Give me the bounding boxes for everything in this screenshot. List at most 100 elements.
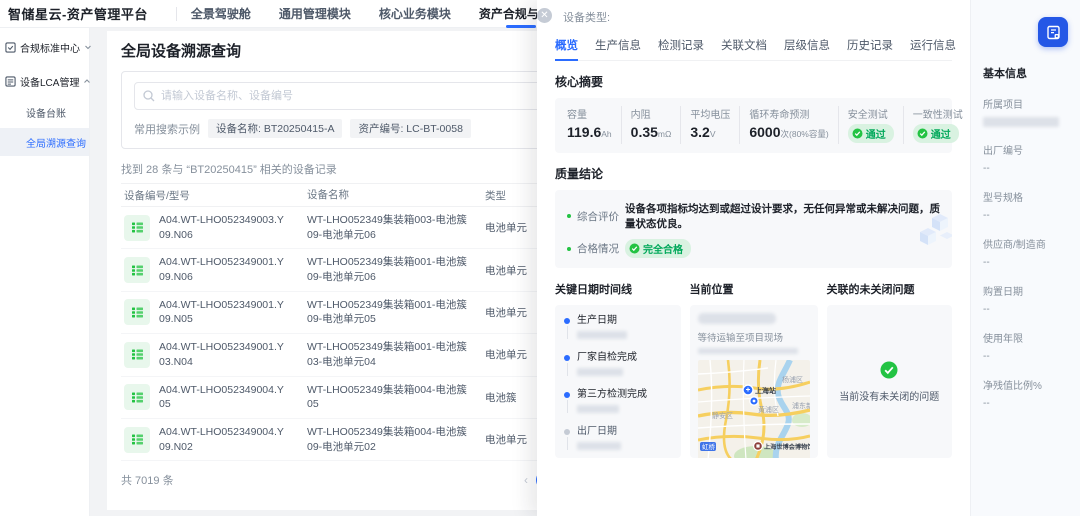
tab-hierarchy-info[interactable]: 层级信息 (784, 37, 830, 60)
app-title: 智储星云-资产管理平台 (0, 4, 148, 23)
tab-overview[interactable]: 概览 (555, 37, 578, 60)
search-examples-label: 常用搜索示例 (134, 121, 200, 137)
device-type-label: 设备类型: (555, 9, 952, 25)
info-field-factory-no: 出厂编号 -- (983, 142, 1068, 174)
timeline-dot (564, 318, 570, 324)
device-name: WT-LHO052349集装箱001-电池簇03-电池单元04 (307, 340, 485, 369)
tab-test-records[interactable]: 检测记录 (658, 37, 704, 60)
check-circle-icon (852, 128, 863, 139)
metric-resistance: 内阻 0.35mΩ (621, 106, 681, 144)
tab-production-info[interactable]: 生产信息 (595, 37, 641, 60)
nav-item-core-business[interactable]: 核心业务模块 (379, 0, 451, 27)
sidebar-group-compliance-center[interactable]: 合规标准中心 (0, 32, 89, 62)
tab-operation-info[interactable]: 运行信息 (910, 37, 956, 60)
device-name: WT-LHO052349集装箱001-电池簇09-电池单元06 (307, 255, 485, 284)
fully-qualified-badge: 完全合格 (625, 239, 691, 258)
location-title: 当前位置 (690, 281, 818, 297)
top-nav: 全景驾驶舱 通用管理模块 核心业务模块 资产合规与溯源 (191, 0, 563, 27)
compliance-icon (5, 42, 16, 53)
bullet-dot (567, 214, 571, 218)
quality-eval-line: 综合评价 设备各项指标均达到或超过设计要求，无任何异常或未解决问题，质量状态优良… (567, 201, 940, 231)
info-field-model-spec: 型号规格 -- (983, 189, 1068, 221)
metric-consistency-test: 一致性测试 通过 (903, 106, 972, 144)
close-icon[interactable]: ✕ (537, 8, 552, 23)
nav-item-dashboard[interactable]: 全景驾驶舱 (191, 0, 251, 27)
metric-capacity: 容量 119.6Ah (565, 106, 621, 144)
device-code: A04.WT-LHO052349001.Y09.N06 (159, 255, 284, 284)
location-status: 等待运输至项目现场 (698, 330, 810, 344)
info-field-service-life: 使用年限 -- (983, 330, 1068, 362)
location-column: 当前位置 等待运输至项目现场 (690, 281, 818, 458)
cube-decoration-icon (918, 210, 952, 248)
device-code: A04.WT-LHO052349004.Y09.N02 (159, 425, 284, 454)
quality-conclusion-title: 质量结论 (555, 165, 952, 182)
document-form-icon (1046, 25, 1061, 40)
redacted-date (577, 405, 619, 413)
search-example-tag[interactable]: 设备名称: BT20250415-A (208, 119, 342, 138)
tab-history[interactable]: 历史记录 (847, 37, 893, 60)
battery-list-icon (124, 384, 150, 410)
issues-column: 关联的未关闭问题 当前没有未关闭的问题 (827, 281, 953, 458)
sidebar-item-device-ledger[interactable]: 设备台账 (0, 98, 89, 126)
core-summary-card: 容量 119.6Ah 内阻 0.35mΩ 平均电压 3.2V 循环寿命预测 60… (555, 98, 952, 153)
battery-list-icon (124, 342, 150, 368)
device-name: WT-LHO052349集装箱004-电池簇09-电池单元02 (307, 425, 485, 454)
chevron-up-icon (83, 77, 91, 85)
timeline-card: 生产日期 厂家自检完成 第三方检测完成 出厂日期 安装日期 (555, 305, 681, 458)
timeline-dot (564, 429, 570, 435)
timeline-title: 关键日期时间线 (555, 281, 681, 297)
col-header-code: 设备编号/型号 (121, 188, 307, 203)
device-name: WT-LHO052349集装箱001-电池簇09-电池单元05 (307, 298, 485, 327)
device-code: A04.WT-LHO052349003.Y09.N06 (159, 213, 284, 242)
sidebar-group-label: 合规标准中心 (20, 40, 80, 55)
basic-info-panel: 基本信息 所属项目 出厂编号 -- 型号规格 -- 供应商/制造商 -- 购置日… (970, 0, 1080, 516)
quality-conclusion-card: 综合评价 设备各项指标均达到或超过设计要求，无任何异常或未解决问题，质量状态优良… (555, 190, 952, 268)
check-circle-icon (629, 243, 640, 254)
sidebar-group-label: 设备LCA管理 (20, 74, 79, 89)
timeline-event: 出厂日期 (564, 426, 672, 458)
overview-columns: 关键日期时间线 生产日期 厂家自检完成 第三方检测完成 出厂日期 (555, 281, 952, 458)
map-label-huangpu: 黄浦区 (758, 405, 779, 414)
tab-related-docs[interactable]: 关联文档 (721, 37, 767, 60)
redacted-location-name (698, 313, 776, 324)
battery-list-icon (124, 257, 150, 283)
timeline-column: 关键日期时间线 生产日期 厂家自检完成 第三方检测完成 出厂日期 (555, 281, 681, 458)
sidebar-group-lca[interactable]: 设备LCA管理 (0, 66, 89, 96)
location-map[interactable]: 杨浦区 静安区 黄浦区 浦东新区 上海站 虹桥 上海世博会博物馆 (698, 360, 810, 458)
timeline-dot (564, 355, 570, 361)
basic-info-title: 基本信息 (983, 65, 1068, 81)
device-code: A04.WT-LHO052349004.Y05 (159, 383, 284, 412)
core-summary-title: 核心摘要 (555, 73, 952, 90)
device-code: A04.WT-LHO052349001.Y09.N05 (159, 298, 284, 327)
device-detail-drawer: ✕ 设备类型: 概览 生产信息 检测记录 关联文档 层级信息 历史记录 运行信息… (537, 0, 970, 516)
map-label-pudong: 浦东新区 (792, 401, 810, 410)
search-example-tag[interactable]: 资产编号: LC-BT-0058 (350, 119, 470, 138)
detail-tabs: 概览 生产信息 检测记录 关联文档 层级信息 历史记录 运行信息 故障预警 (555, 37, 952, 61)
search-icon (142, 89, 156, 103)
bullet-dot (567, 247, 571, 251)
map-label-hongqiao: 虹桥 (702, 442, 716, 451)
nav-item-general[interactable]: 通用管理模块 (279, 0, 351, 27)
battery-list-icon (124, 299, 150, 325)
sidebar: 合规标准中心 设备LCA管理 设备台账 全局溯源查询 (0, 28, 90, 516)
check-circle-icon (917, 128, 928, 139)
chevron-down-icon (84, 43, 92, 51)
map-label-yangpu: 杨浦区 (782, 375, 803, 384)
redacted-location-detail (698, 348, 798, 354)
pagination-prev-icon[interactable]: ‹ (524, 473, 528, 487)
metric-avg-voltage: 平均电压 3.2V (680, 106, 739, 144)
issues-card: 当前没有未关闭的问题 (827, 305, 953, 458)
device-name: WT-LHO052349集装箱004-电池簇05 (307, 383, 485, 412)
map-label-museum: 上海世博会博物馆 (764, 443, 810, 451)
timeline-event: 生产日期 (564, 315, 672, 352)
timeline-event: 第三方检测完成 (564, 389, 672, 426)
no-issues-text: 当前没有未关闭的问题 (839, 388, 939, 403)
sidebar-item-global-trace[interactable]: 全局溯源查询 (0, 128, 89, 156)
device-code: A04.WT-LHO052349001.Y03.N04 (159, 340, 284, 369)
pass-badge: 通过 (913, 124, 959, 143)
asset-form-button[interactable] (1038, 17, 1068, 47)
redacted-date (577, 368, 623, 376)
map-label-jingan: 静安区 (712, 411, 733, 420)
info-field-supplier: 供应商/制造商 -- (983, 236, 1068, 268)
pass-badge: 通过 (848, 124, 894, 143)
